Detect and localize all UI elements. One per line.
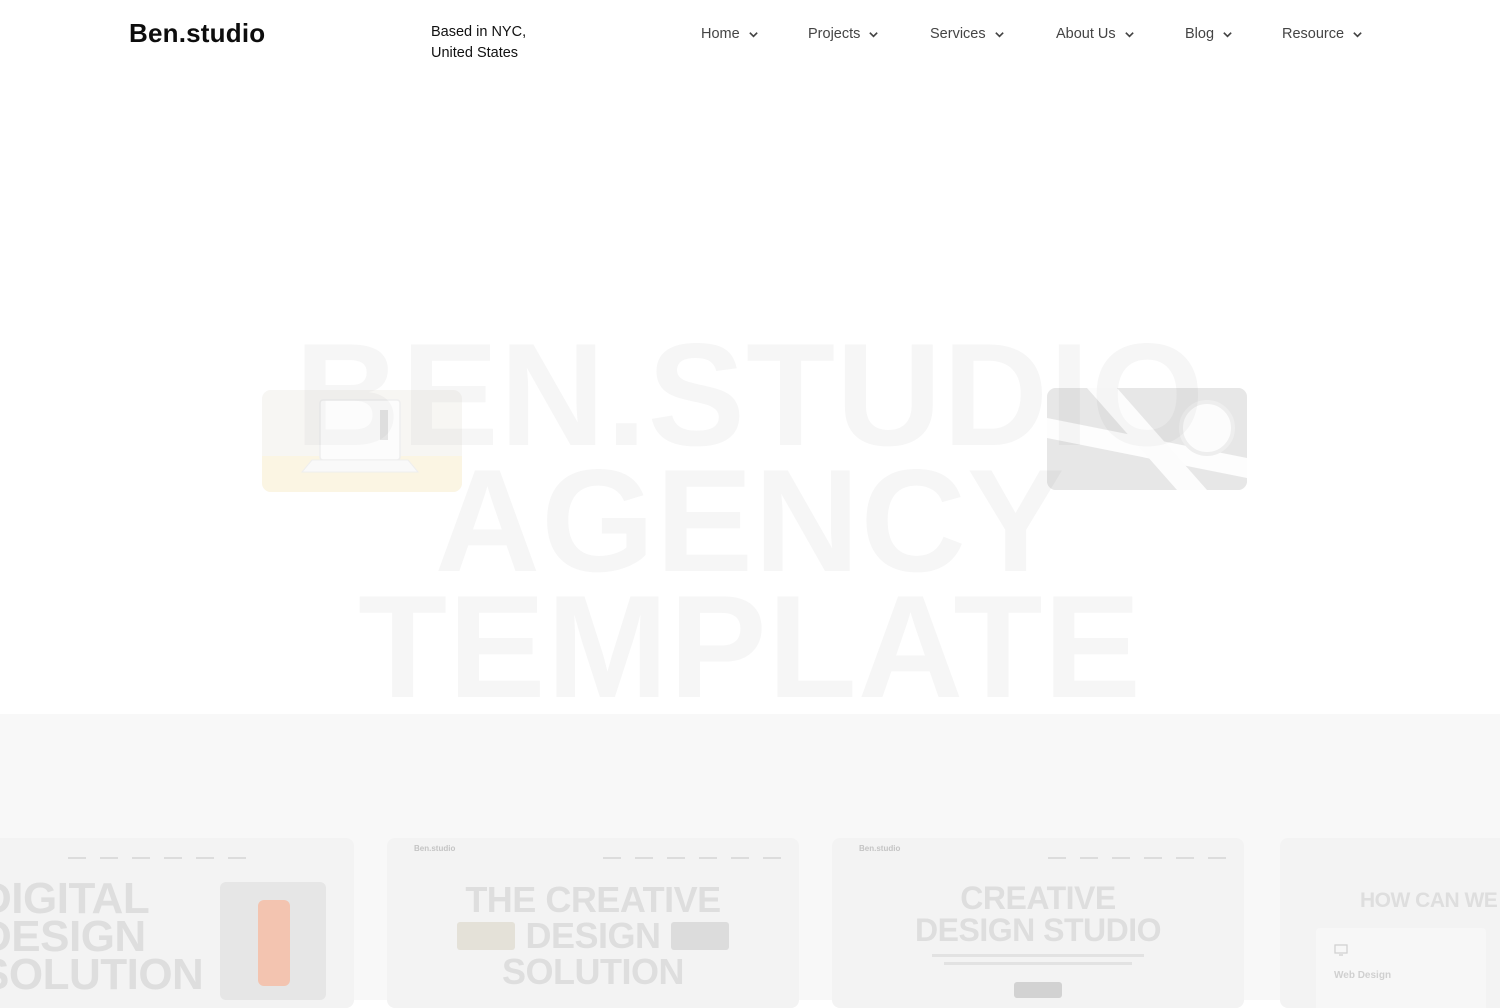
nav-label: Home [701,26,740,42]
hero-image-tape [1047,388,1247,490]
heading-line: DESIGN [525,915,661,956]
thumbnail-heading: DIGITAL DESIGN SOLUTION [0,877,204,999]
heading-line: THE CREATIVE [465,879,721,920]
heading-line: HOW CAN WE H [1360,889,1500,912]
chevron-down-icon [1124,31,1134,38]
nav-label: Projects [808,26,861,42]
nav-label: Services [930,26,986,42]
thumbnail-heading: HOW CAN WE H [1360,890,1500,912]
chevron-down-icon [994,31,1004,38]
chevron-down-icon [869,31,879,38]
phone-image [220,882,326,1000]
location-line-2: United States [431,45,519,61]
service-title: Web Design [1334,970,1392,981]
mini-paragraph [932,954,1144,957]
template-thumbnail[interactable]: Ben.studio THE CREATIVE DESIGN SOLUTION [387,838,799,1008]
nav-item-services[interactable]: Services [930,26,1005,42]
heading-line: CREATIVE [960,880,1116,916]
tape-illustration [1047,388,1247,490]
template-thumbnail[interactable]: DIGITAL DESIGN SOLUTION [0,838,354,1008]
hero-heading: BEN.STUDIO AGENCY TEMPLATE [0,322,1500,728]
hero-line-3: TEMPLATE [358,565,1142,728]
thumbnail-heading: THE CREATIVE DESIGN SOLUTION [387,882,799,990]
nav-item-home[interactable]: Home [701,26,759,42]
mini-logo: Ben.studio [414,844,456,853]
hero-image-laptop [262,390,462,492]
mini-button [1014,982,1062,998]
heading-line: SOLUTION [0,950,204,999]
phone-icon [258,900,290,986]
mini-paragraph [944,962,1132,965]
mini-nav [1048,846,1240,859]
mini-laptop-image [457,922,515,950]
site-header: Ben.studio Based in NYC, United States H… [0,0,1500,72]
chevron-down-icon [1223,31,1232,38]
mini-logo: Ben.studio [859,844,901,853]
nav-label: Resource [1282,26,1345,42]
template-thumbnail[interactable]: HOW CAN WE H Web Design [1280,838,1500,1008]
nav-label: About Us [1056,26,1116,42]
nav-item-resource[interactable]: Resource [1282,26,1363,42]
nav-item-projects[interactable]: Projects [808,26,879,42]
mini-tape-image [671,922,729,950]
mini-service-card: Web Design [1316,928,1486,1008]
monitor-icon [1334,944,1348,956]
nav-item-about-us[interactable]: About Us [1056,26,1135,42]
chevron-down-icon [748,31,758,38]
laptop-illustration [262,390,462,492]
heading-line: DESIGN STUDIO [915,912,1161,948]
chevron-down-icon [1353,31,1362,38]
mini-nav [603,846,795,859]
mini-nav [68,846,260,859]
template-thumbnail[interactable]: Ben.studio CREATIVE DESIGN STUDIO [832,838,1244,1008]
heading-line: SOLUTION [502,951,685,992]
main-nav: Home Projects Services About Us Blog Res… [0,26,1500,46]
nav-label: Blog [1185,26,1215,42]
thumbnail-heading: CREATIVE DESIGN STUDIO [832,882,1244,946]
nav-item-blog[interactable]: Blog [1185,26,1233,42]
